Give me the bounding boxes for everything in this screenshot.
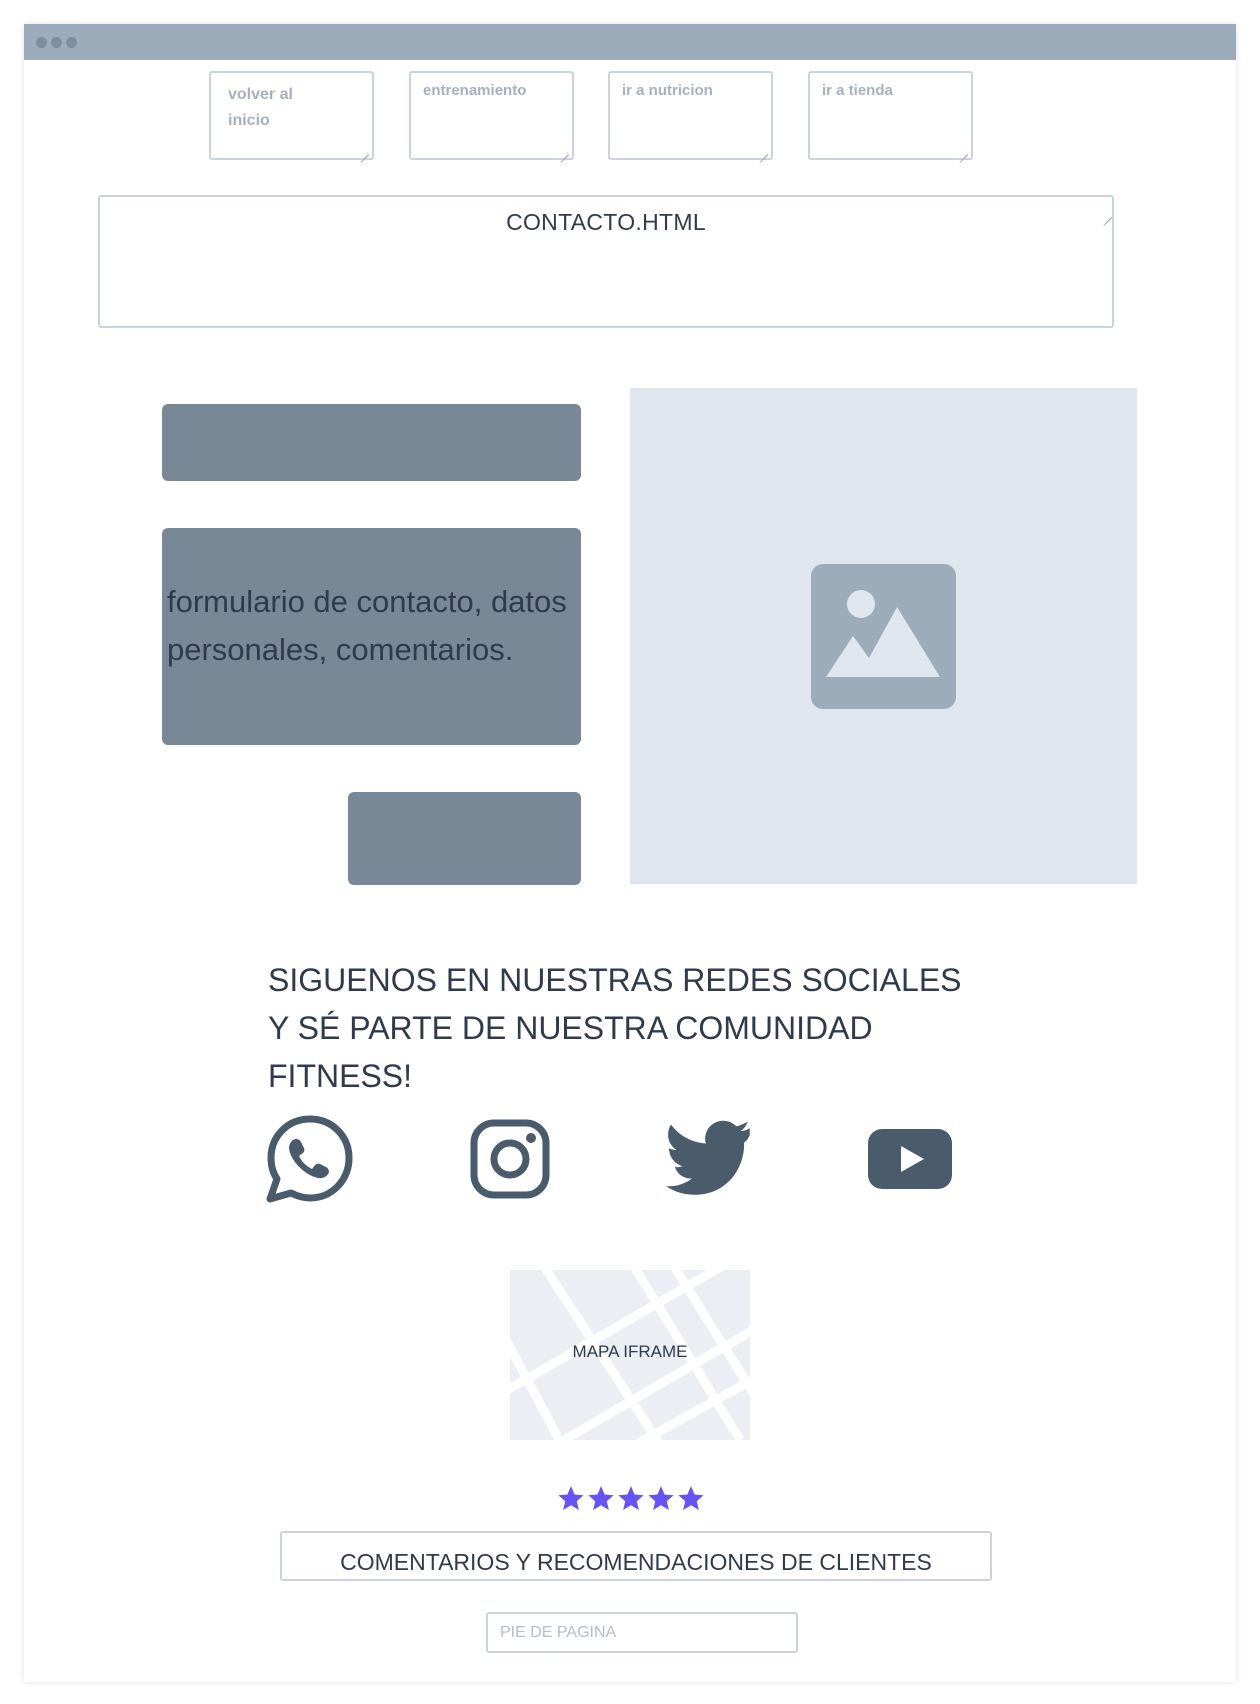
star-icon [678,1486,704,1510]
resize-handle-icon[interactable] [959,146,968,155]
resize-handle-icon[interactable] [100,209,1112,218]
nav-box-entrenamiento[interactable]: entrenamiento [409,71,574,160]
submit-button[interactable] [348,792,581,885]
twitter-icon[interactable] [666,1115,754,1203]
nav-box-label: ir a nutricion [622,82,713,99]
star-icon [558,1486,584,1510]
nav-box-nutricion[interactable]: ir a nutricion [608,71,773,160]
nav-box-label: volver al inicio [228,86,293,129]
resize-handle-icon[interactable] [560,146,569,155]
nav-box-inicio[interactable]: volver al inicio [209,71,374,160]
nav-box-tienda[interactable]: ir a tienda [808,71,973,160]
nav-box-label: ir a tienda [822,82,893,99]
star-icon [648,1486,674,1510]
youtube-icon[interactable] [866,1115,954,1203]
whatsapp-icon[interactable] [266,1115,354,1203]
reviews-label: COMENTARIOS Y RECOMENDACIONES DE CLIENTE… [340,1549,932,1575]
resize-handle-icon[interactable] [759,146,768,155]
form-header-block [162,404,581,481]
form-description: formulario de contacto, datos personales… [167,584,567,667]
nav-box-label: entrenamiento [423,82,527,99]
footer-input[interactable] [486,1612,798,1653]
image-placeholder-icon [811,564,956,709]
map-label: MAPA IFRAME [572,1342,688,1361]
star-icon [618,1486,644,1510]
title-bar [24,24,1236,60]
social-title: SIGUENOS EN NUESTRAS REDES SOCIALES Y SÉ… [268,962,962,1094]
star-icon [588,1486,614,1510]
image-placeholder [630,388,1137,884]
contact-form-block[interactable]: formulario de contacto, datos personales… [162,528,581,745]
instagram-icon[interactable] [466,1115,554,1203]
page-title-box[interactable]: CONTACTO.HTML [98,195,1114,328]
window-control-dot[interactable] [66,37,77,48]
window-control-dot[interactable] [36,37,47,48]
resize-handle-icon[interactable] [360,146,369,155]
map-iframe[interactable]: MAPA IFRAME [510,1270,750,1440]
reviews-box[interactable]: COMENTARIOS Y RECOMENDACIONES DE CLIENTE… [280,1531,992,1581]
window-control-dot[interactable] [51,37,62,48]
rating-stars [558,1486,704,1510]
